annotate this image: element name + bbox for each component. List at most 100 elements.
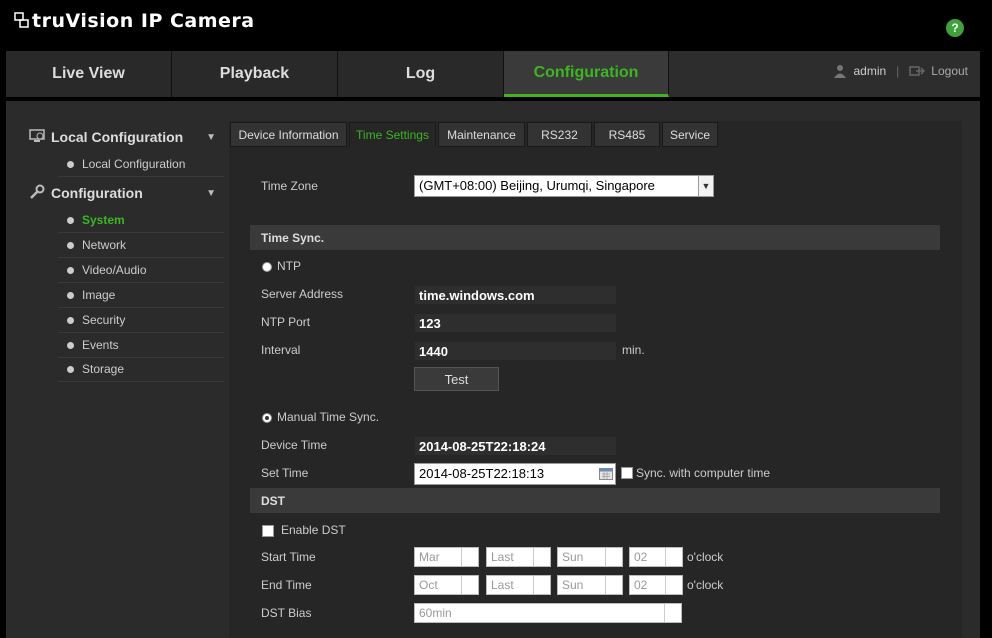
end-month-select[interactable]: Oct — [414, 575, 479, 595]
test-button[interactable]: Test — [414, 367, 499, 391]
dropdown-box — [533, 576, 550, 594]
sidebar-item-local-configuration[interactable]: Local Configuration — [58, 152, 224, 177]
sidebar-item-network[interactable]: Network — [58, 233, 224, 258]
sidebar-item-image[interactable]: Image — [58, 283, 224, 308]
start-month-select[interactable]: Mar — [414, 547, 479, 567]
nav-tab-configuration[interactable]: Configuration — [504, 51, 669, 97]
end-time-label: End Time — [261, 578, 312, 592]
sidebar-item-label: Network — [82, 238, 127, 252]
start-hour-select[interactable]: 02 — [629, 547, 683, 567]
chevron-down-icon[interactable]: ▼ — [698, 176, 713, 196]
sidebar-item-video-audio[interactable]: Video/Audio — [58, 258, 224, 283]
sidebar-item-events[interactable]: Events — [58, 333, 224, 358]
enable-dst-label: Enable DST — [281, 523, 346, 537]
dst-bias-select[interactable]: 60min — [414, 603, 682, 623]
ntp-radio[interactable] — [262, 262, 272, 272]
logout-icon[interactable] — [909, 65, 926, 77]
interval-field[interactable]: 1440 — [414, 341, 617, 361]
end-week-select[interactable]: Last — [486, 575, 551, 595]
bullet-icon — [67, 241, 74, 249]
tab-time-settings[interactable]: Time Settings — [349, 122, 436, 147]
ntp-port-label: NTP Port — [261, 315, 311, 329]
bullet-icon — [67, 291, 74, 299]
user-box: admin | Logout — [833, 51, 968, 91]
end-week-value: Last — [491, 578, 514, 592]
bullet-icon — [67, 365, 74, 373]
brand-title: truVision IP Camera — [32, 10, 255, 32]
dropdown-box — [605, 548, 622, 566]
nav-tab-log[interactable]: Log — [338, 51, 504, 97]
ntp-port-field[interactable]: 123 — [414, 313, 617, 333]
set-time-value: 2014-08-25T22:18:13 — [419, 466, 545, 481]
time-zone-select[interactable]: (GMT+08:00) Beijing, Urumqi, Singapore ▼ — [414, 175, 714, 197]
logout-link[interactable]: Logout — [931, 64, 968, 78]
sidebar-item-label: Video/Audio — [82, 263, 147, 277]
dropdown-box — [461, 548, 478, 566]
device-time-field: 2014-08-25T22:18:24 — [414, 436, 617, 456]
start-week-select[interactable]: Last — [486, 547, 551, 567]
start-oclock-label: o'clock — [687, 550, 724, 564]
wrench-icon — [29, 184, 45, 203]
user-icon — [834, 65, 847, 78]
end-month-value: Oct — [419, 578, 438, 592]
bullet-icon — [67, 316, 74, 324]
chevron-down-icon[interactable]: ▼ — [206, 188, 216, 199]
interval-label: Interval — [261, 343, 301, 357]
start-hour-value: 02 — [634, 550, 648, 564]
time-zone-value: (GMT+08:00) Beijing, Urumqi, Singapore — [419, 178, 655, 193]
tab-maintenance[interactable]: Maintenance — [438, 122, 525, 147]
start-time-label: Start Time — [261, 550, 316, 564]
end-day-value: Sun — [562, 578, 584, 592]
dropdown-box — [533, 548, 550, 566]
time-zone-label: Time Zone — [261, 179, 318, 193]
dst-bias-label: DST Bias — [261, 606, 312, 620]
start-week-value: Last — [491, 550, 514, 564]
tab-rs485[interactable]: RS485 — [594, 122, 660, 147]
dropdown-box — [665, 576, 682, 594]
dropdown-box — [665, 548, 682, 566]
end-hour-select[interactable]: 02 — [629, 575, 683, 595]
server-address-field[interactable]: time.windows.com — [414, 285, 617, 305]
end-day-select[interactable]: Sun — [557, 575, 623, 595]
separator: | — [896, 64, 900, 78]
start-day-select[interactable]: Sun — [557, 547, 623, 567]
tab-service[interactable]: Service — [662, 122, 718, 147]
tab-device-information[interactable]: Device Information — [230, 122, 347, 147]
sidebar-item-label: System — [82, 213, 125, 227]
sidebar-item-label: Image — [82, 288, 116, 302]
nav-tab-playback[interactable]: Playback — [172, 51, 338, 97]
manual-time-sync-radio[interactable] — [262, 413, 272, 423]
sidebar: Local Configuration ▼ Local Configuratio… — [24, 121, 226, 638]
sidebar-group-configuration[interactable]: Configuration ▼ — [24, 178, 226, 208]
sidebar-item-security[interactable]: Security — [58, 308, 224, 333]
dropdown-box — [605, 576, 622, 594]
help-icon[interactable]: ? — [946, 19, 964, 37]
end-hour-value: 02 — [634, 578, 648, 592]
start-day-value: Sun — [562, 550, 584, 564]
bullet-icon — [67, 341, 74, 349]
truvision-logo-icon — [14, 12, 29, 28]
sync-computer-time-checkbox[interactable] — [621, 467, 633, 479]
sidebar-item-storage[interactable]: Storage — [58, 357, 224, 382]
chevron-down-icon[interactable]: ▼ — [206, 132, 216, 143]
sidebar-item-label: Security — [82, 313, 126, 327]
calendar-icon[interactable] — [599, 467, 613, 480]
ntp-label: NTP — [277, 259, 301, 273]
dropdown-box — [664, 604, 681, 622]
sync-computer-time-label: Sync. with computer time — [636, 466, 771, 480]
set-time-input[interactable]: 2014-08-25T22:18:13 — [414, 463, 616, 485]
start-month-value: Mar — [419, 550, 440, 564]
bullet-icon — [67, 160, 74, 168]
bullet-icon — [67, 216, 74, 224]
server-address-label: Server Address — [261, 287, 344, 301]
nav-tab-live-view[interactable]: Live View — [6, 51, 172, 97]
enable-dst-checkbox[interactable] — [262, 525, 274, 537]
dropdown-box — [461, 576, 478, 594]
sidebar-group-local-configuration[interactable]: Local Configuration ▼ — [24, 122, 226, 152]
set-time-label: Set Time — [261, 466, 309, 480]
section-time-sync: Time Sync. — [250, 225, 940, 250]
sidebar-item-system[interactable]: System — [58, 208, 224, 233]
device-time-label: Device Time — [261, 438, 328, 452]
top-navigation: Live View Playback Log Configuration adm… — [6, 51, 980, 97]
tab-rs232[interactable]: RS232 — [527, 122, 592, 147]
